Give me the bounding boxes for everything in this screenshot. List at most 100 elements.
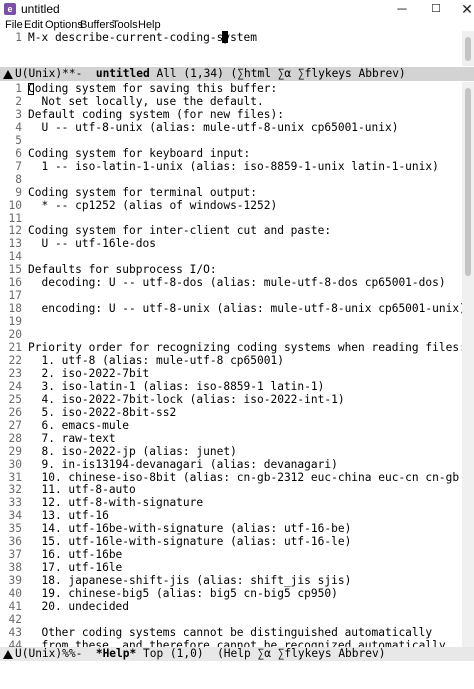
close-button[interactable]: ✕ [449,0,474,18]
line-number: 42 [8,612,22,626]
line-text: U -- utf-8-unix (alias: mule-utf-8-unix … [28,120,399,134]
line-text: 6. emacs-mule [28,418,130,432]
line-number: 37 [8,548,22,562]
line-text: Default coding system (for new files): [28,107,284,121]
line-number: 43 [8,625,22,639]
line-text: 13. utf-16 [28,509,109,523]
editor-pane-help[interactable]: 44 from these, and therefore cannot be r… [0,82,462,647]
line-text: 15. utf-16le-with-signature (alias: utf-… [28,535,352,549]
line-text: Coding system for inter-client cut and p… [28,224,332,238]
menu-help[interactable]: Help [138,18,161,32]
line-text: 1. utf-8 (alias: mule-utf-8 cp65001) [28,353,284,367]
line-text: 3. iso-latin-1 (alias: iso-8859-1 latin-… [28,379,325,393]
modeline-buffer-name[interactable]: untitled [96,67,150,80]
top-scrollbar[interactable] [462,31,474,66]
line-text: Priority order for recognizing coding sy… [28,341,462,354]
modeline-prefix: U(Unix)%%- [15,647,96,660]
menu-buffers[interactable]: Buffers [80,18,115,32]
line-text: 9. in-is13194-devanagari (alias: devanag… [28,457,338,471]
line-number: 28 [8,431,22,445]
editor-pane-untitled[interactable]: 1 M-x describe-current-coding-system [0,31,462,66]
line-number: 20 [8,328,22,342]
line-number: 1 [15,82,22,95]
modeline-prefix: U(Unix)**- [15,67,96,80]
line-number: 40 [8,587,22,601]
line-text: 19. chinese-big5 (alias: big5 cn-big5 cp… [28,587,338,601]
line-number: 22 [8,353,22,367]
line-text: 11. utf-8-auto [28,483,136,497]
modeline-buffer-name[interactable]: *Help* [96,647,136,660]
line-text: 16. utf-16be [28,548,123,562]
modeline-rest: All (1,34) (∑html ∑α ∑flykeys Abbrev) [149,67,406,80]
line-number: 30 [8,457,22,471]
emacs-app-icon: e [4,3,16,15]
line-number: 27 [8,418,22,432]
line-number: 10 [8,198,22,212]
modeline-triangle-icon [3,70,13,79]
line-number: 11 [8,211,22,225]
line-text: 7. raw-text [28,431,116,445]
line-number: 8 [15,172,22,186]
line-number: 14 [8,250,22,264]
menu-edit[interactable]: Edit [24,18,43,32]
line-text: * -- cp1252 (alias of windows-1252) [28,198,278,212]
text-cursor [222,31,228,43]
line-text: from these, and therefore cannot be reco… [28,638,446,647]
modeline-untitled[interactable]: U(Unix)**- untitled All (1,34) (∑html ∑α… [0,67,474,81]
line-number: 25 [8,392,22,406]
line-text: 10. chinese-iso-8bit (alias: cn-gb-2312 … [41,470,460,484]
line-number: 35 [8,522,22,536]
line-number: 6 [15,146,22,160]
bottom-scroll-thumb[interactable] [465,88,471,276]
line-number: 19 [8,315,22,329]
line-text: 17. utf-16le [28,561,123,575]
minimize-button[interactable]: ─ [384,0,420,18]
line-number: 18 [8,302,22,316]
line-text: 12. utf-8-with-signature [28,496,204,510]
line-text: 1 -- iso-latin-1-unix (alias: iso-8859-1… [28,159,439,173]
line-number: 23 [8,366,22,380]
line-number: 13 [8,237,22,251]
modeline-triangle-icon [3,650,13,659]
top-scroll-thumb[interactable] [465,37,471,61]
line-number: 24 [8,379,22,393]
line-text: Not set locally, use the default. [28,94,264,108]
line-number: 34 [8,509,22,523]
line-number: 17 [8,289,22,303]
menu-file[interactable]: File [5,18,23,32]
line-number: 38 [8,561,22,575]
line-number: 29 [8,444,22,458]
line-number: 44 [8,638,22,647]
menu-options[interactable]: Options [45,18,83,32]
line-number: 31 [8,470,22,484]
line-number: 4 [15,120,22,134]
line-number: 7 [15,159,22,173]
line-number: 12 [8,224,22,238]
line-text: Coding system for keyboard input: [28,146,251,160]
line-number: 41 [8,600,22,613]
line-text: 4. iso-2022-7bit-lock (alias: iso-2022-i… [28,392,345,406]
line-text: Coding system for terminal output: [28,185,258,199]
line-text: encoding: U -- utf-8-unix (alias: mule-u… [28,302,462,316]
line-number: 9 [15,185,22,199]
title-bar: e untitled ─ ☐ ✕ [0,0,474,19]
menu-tools[interactable]: Tools [112,18,138,32]
line-number: 15 [8,263,22,277]
bottom-scrollbar[interactable] [462,82,474,647]
line-text: U -- utf-16le-dos [28,237,156,251]
line-number: 1 [15,31,22,44]
line-number: 16 [8,276,22,290]
inactive-cursor [28,83,34,95]
line-text: 14. utf-16be-with-signature (alias: utf-… [28,522,352,536]
line-text: 18. japanese-shift-jis (alias: shift_jis… [28,574,352,588]
line-text: 5. iso-2022-8bit-ss2 [28,405,177,419]
line-number: 32 [8,483,22,497]
line-number: 36 [8,535,22,549]
line-text: decoding: U -- utf-8-dos (alias: mule-ut… [28,276,446,290]
window-title: untitled [21,2,60,16]
line-number: 5 [15,133,22,147]
modeline-help[interactable]: U(Unix)%%- *Help* Top (1,0) (Help ∑α ∑fl… [0,647,474,661]
line-text: 2. iso-2022-7bit [28,366,150,380]
modeline-rest: Top (1,0) (Help ∑α ∑flykeys Abbrev) [136,647,386,660]
line-number: 3 [15,107,22,121]
